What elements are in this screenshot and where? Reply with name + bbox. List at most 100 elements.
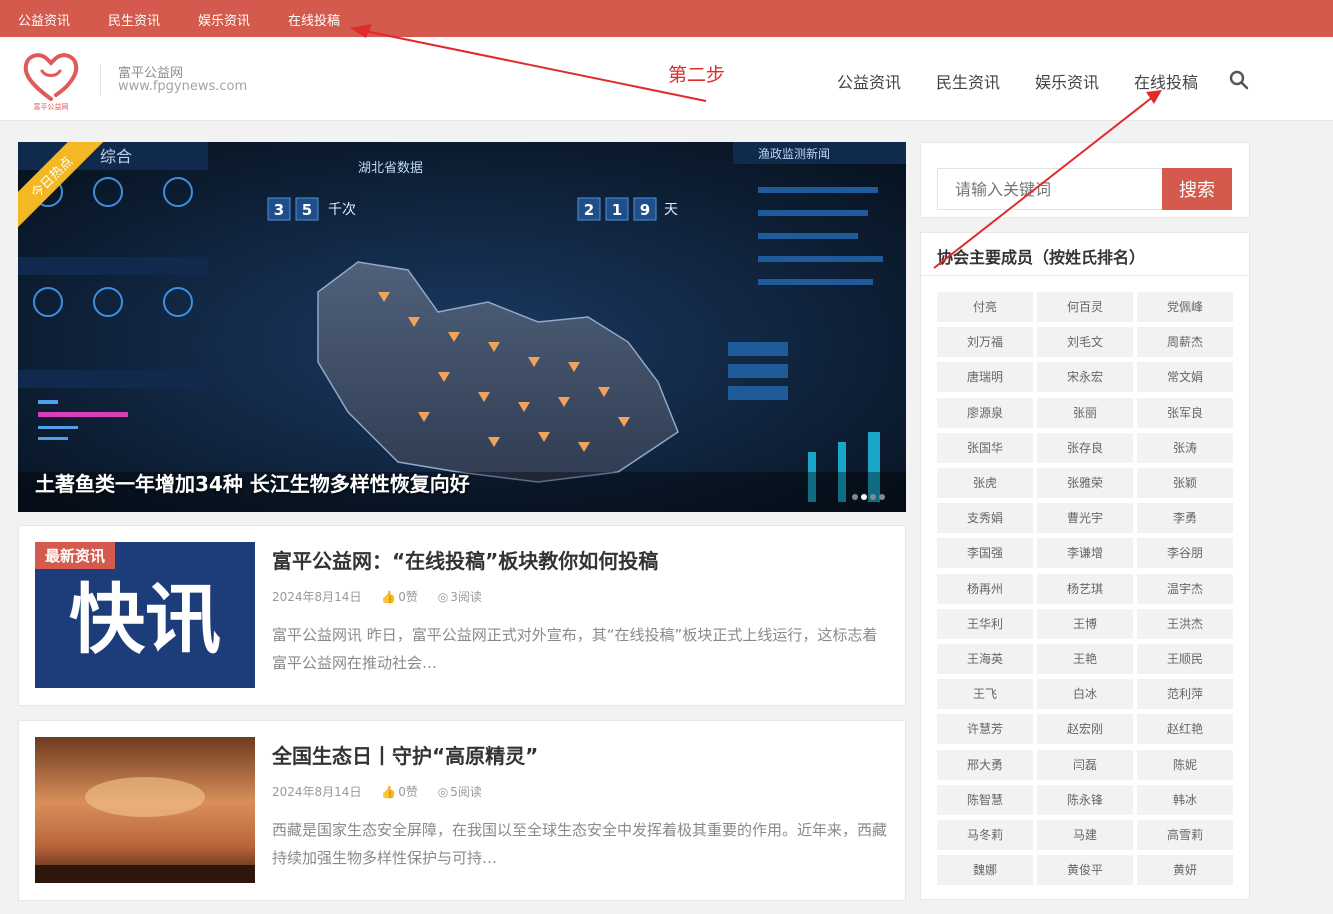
member-tag[interactable]: 支秀娟 bbox=[937, 503, 1033, 534]
member-tag[interactable]: 付亮 bbox=[937, 292, 1033, 322]
member-tag[interactable]: 廖源泉 bbox=[937, 397, 1033, 428]
site-logo[interactable]: 富平公益网 bbox=[20, 47, 82, 111]
eye-icon: ◎ bbox=[437, 590, 449, 604]
member-tag[interactable]: 范利萍 bbox=[1137, 679, 1233, 710]
member-tag[interactable]: 张国华 bbox=[937, 432, 1033, 463]
member-tag[interactable]: 王博 bbox=[1037, 608, 1133, 639]
search-input[interactable] bbox=[937, 168, 1163, 210]
member-tag[interactable]: 杨再州 bbox=[937, 573, 1033, 604]
article-likes: 0赞 bbox=[398, 590, 418, 604]
slider-dot[interactable] bbox=[870, 494, 876, 500]
topbar-link-submit[interactable]: 在线投稿 bbox=[288, 10, 340, 29]
members-widget: 协会主要成员（按姓氏排名） 付亮 何百灵 党佩峰刘万福 刘毛文 周薪杰唐瑞明 宋永宏 常文娟… bbox=[920, 232, 1251, 900]
nav-entertainment[interactable]: 娱乐资讯 bbox=[1035, 69, 1099, 93]
article-likes: 0赞 bbox=[398, 785, 418, 799]
member-tag[interactable]: 王飞 bbox=[937, 679, 1033, 710]
article-thumbnail[interactable]: 快讯 最新资讯 bbox=[35, 542, 255, 688]
search-button[interactable]: 搜索 bbox=[1162, 168, 1232, 210]
member-tag[interactable]: 高雪莉 bbox=[1137, 820, 1233, 850]
like-icon[interactable]: 👍 bbox=[381, 785, 396, 799]
member-tag[interactable]: 李谦增 bbox=[1037, 538, 1133, 569]
thumb-text: 快讯 bbox=[69, 575, 221, 664]
member-tag[interactable]: 张虎 bbox=[937, 468, 1033, 498]
member-tag[interactable]: 赵红艳 bbox=[1137, 714, 1233, 745]
member-tag[interactable]: 白冰 bbox=[1037, 679, 1133, 710]
slide-caption[interactable]: 土著鱼类一年增加34种 长江生物多样性恢复向好 bbox=[35, 468, 470, 497]
member-tag[interactable]: 曹光宇 bbox=[1037, 503, 1133, 534]
member-tag[interactable]: 陈智慧 bbox=[937, 784, 1033, 815]
member-tag[interactable]: 张颖 bbox=[1137, 468, 1233, 498]
step-annotation: 第二步 bbox=[668, 64, 726, 86]
logo-divider bbox=[100, 64, 101, 96]
topbar-link-entertainment[interactable]: 娱乐资讯 bbox=[198, 10, 250, 29]
member-tag[interactable]: 常文娟 bbox=[1137, 362, 1233, 393]
article-card[interactable]: 全国生态日丨守护“高原精灵” 2024年8月14日 👍 0赞 ◎ 5阅读 西藏是… bbox=[18, 720, 906, 901]
member-tag[interactable]: 王华利 bbox=[937, 608, 1033, 639]
member-tag[interactable]: 王洪杰 bbox=[1137, 608, 1233, 639]
top-bar: 公益资讯 民生资讯 娱乐资讯 在线投稿 bbox=[0, 0, 1333, 37]
members-title: 协会主要成员（按姓氏排名） bbox=[937, 248, 1146, 267]
hot-ribbon: 今日热点 bbox=[18, 142, 116, 240]
article-meta: 2024年8月14日 👍 0赞 ◎ 5阅读 bbox=[272, 783, 498, 800]
nav-submit[interactable]: 在线投稿 bbox=[1134, 69, 1198, 93]
member-tag[interactable]: 李谷朋 bbox=[1137, 538, 1233, 569]
member-tag[interactable]: 刘万福 bbox=[937, 327, 1033, 358]
article-title[interactable]: 全国生态日丨守护“高原精灵” bbox=[272, 740, 538, 769]
member-tag[interactable]: 闫磊 bbox=[1037, 749, 1133, 780]
slider-dot[interactable] bbox=[861, 494, 867, 500]
nav-charity[interactable]: 公益资讯 bbox=[837, 69, 901, 93]
member-tag[interactable]: 王艳 bbox=[1037, 644, 1133, 674]
member-tag[interactable]: 陈永锋 bbox=[1037, 784, 1133, 815]
member-tag[interactable]: 马建 bbox=[1037, 820, 1133, 850]
topbar-link-livelihood[interactable]: 民生资讯 bbox=[108, 10, 160, 29]
member-tag[interactable]: 李国强 bbox=[937, 538, 1033, 569]
member-tag[interactable]: 张丽 bbox=[1037, 397, 1133, 428]
member-tag[interactable]: 杨艺琪 bbox=[1037, 573, 1133, 604]
member-tag[interactable]: 黄俊平 bbox=[1037, 855, 1133, 886]
member-tag[interactable]: 黄妍 bbox=[1137, 855, 1233, 886]
counter-right-unit: 天 bbox=[664, 202, 678, 218]
member-tag[interactable]: 王海英 bbox=[937, 644, 1033, 674]
member-tag[interactable]: 王顺民 bbox=[1137, 644, 1233, 674]
article-reads: 5阅读 bbox=[450, 785, 482, 799]
article-card[interactable]: 快讯 最新资讯 富平公益网：“在线投稿”板块教你如何投稿 2024年8月14日 … bbox=[18, 525, 906, 706]
nav-livelihood[interactable]: 民生资讯 bbox=[936, 69, 1000, 93]
counter-left-unit: 千次 bbox=[328, 202, 356, 218]
like-icon[interactable]: 👍 bbox=[381, 590, 396, 604]
member-tag[interactable]: 张涛 bbox=[1137, 432, 1233, 463]
article-date: 2024年8月14日 bbox=[272, 785, 362, 799]
member-tag[interactable]: 许慧芳 bbox=[937, 714, 1033, 745]
topbar-link-charity[interactable]: 公益资讯 bbox=[18, 10, 70, 29]
member-tag[interactable]: 宋永宏 bbox=[1037, 362, 1133, 393]
latest-news-tag: 最新资讯 bbox=[35, 542, 116, 569]
member-tag[interactable]: 陈妮 bbox=[1137, 749, 1233, 780]
member-tag[interactable]: 马冬莉 bbox=[937, 820, 1033, 850]
site-url: www.fpgynews.com bbox=[118, 79, 248, 94]
article-excerpt: 富平公益网讯 昨日，富平公益网正式对外宣布，其“在线投稿”板块正式上线运行，这标… bbox=[272, 626, 878, 672]
member-tag[interactable]: 张存良 bbox=[1037, 432, 1133, 463]
member-tag[interactable]: 邢大勇 bbox=[937, 749, 1033, 780]
member-tag[interactable]: 张军良 bbox=[1137, 397, 1233, 428]
overlay-side-title: 渔政监测新闻 bbox=[758, 146, 830, 161]
counter-right-digit-2: 1 bbox=[612, 201, 622, 219]
member-tag[interactable]: 周薪杰 bbox=[1137, 327, 1233, 358]
member-tag[interactable]: 张雅荣 bbox=[1037, 468, 1133, 498]
member-tag[interactable]: 党佩峰 bbox=[1137, 292, 1233, 322]
member-tag[interactable]: 魏娜 bbox=[937, 855, 1033, 886]
article-title[interactable]: 富平公益网：“在线投稿”板块教你如何投稿 bbox=[272, 545, 658, 574]
slider-dot[interactable] bbox=[879, 494, 885, 500]
slider-dot[interactable] bbox=[852, 494, 858, 500]
member-tag[interactable]: 温宇杰 bbox=[1137, 573, 1233, 604]
member-tag[interactable]: 刘毛文 bbox=[1037, 327, 1133, 358]
member-tag[interactable]: 赵宏刚 bbox=[1037, 714, 1133, 745]
logo-text: 富平公益网 bbox=[34, 102, 69, 111]
hero-image: 综合 湖北省数据 3 5 2 1 9 千次 天 渔政监测新闻 bbox=[18, 142, 906, 512]
member-tag[interactable]: 唐瑞明 bbox=[937, 362, 1033, 393]
article-thumbnail[interactable] bbox=[35, 737, 255, 883]
member-tag[interactable]: 韩冰 bbox=[1137, 784, 1233, 815]
site-header: 富平公益网 富平公益网 www.fpgynews.com 第二步 公益资讯 民生… bbox=[0, 37, 1333, 121]
member-tag[interactable]: 李勇 bbox=[1137, 503, 1233, 534]
search-icon[interactable] bbox=[1229, 70, 1249, 90]
hero-slider[interactable]: 综合 湖北省数据 3 5 2 1 9 千次 天 渔政监测新闻 今日热点 土著鱼类… bbox=[18, 142, 906, 512]
member-tag[interactable]: 何百灵 bbox=[1037, 292, 1133, 322]
